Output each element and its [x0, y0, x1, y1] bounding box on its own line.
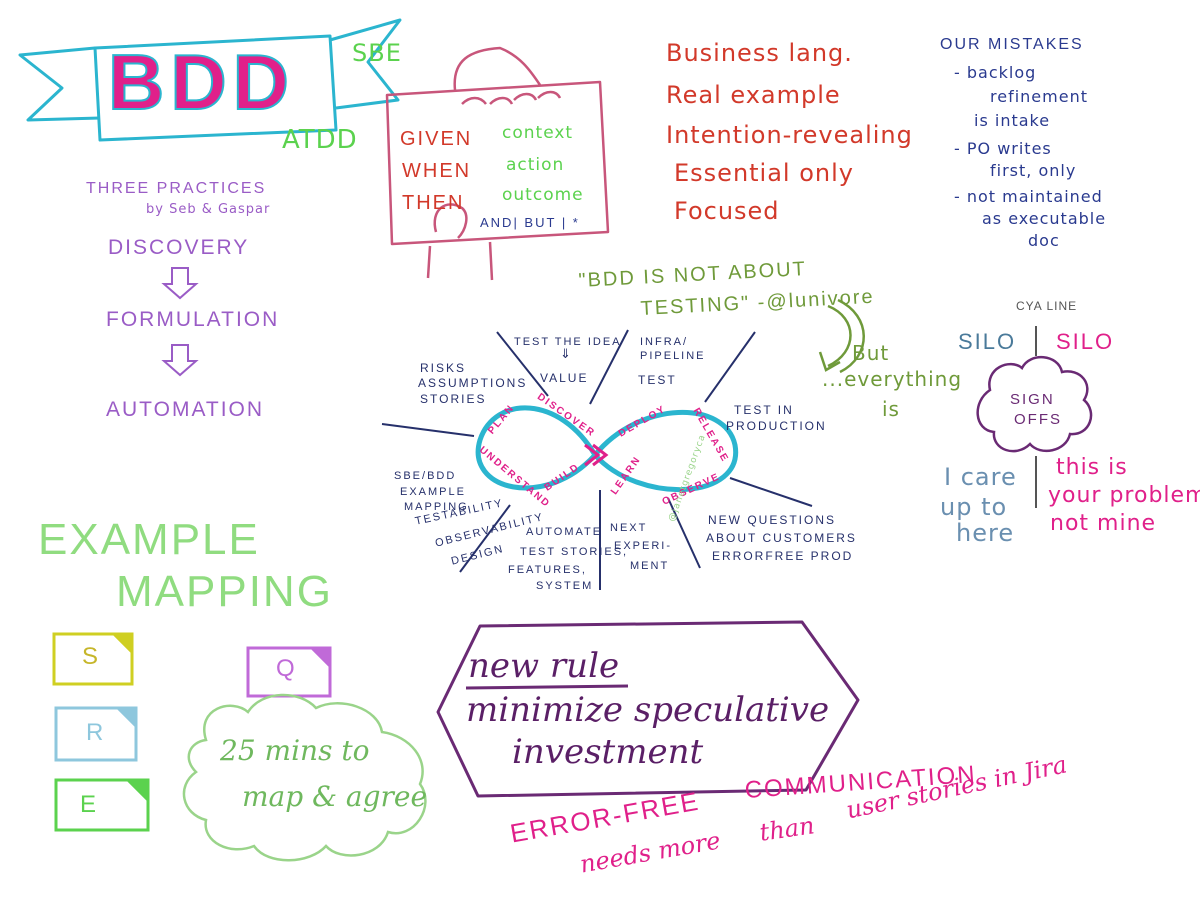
atdd-label: ATDD — [282, 125, 358, 155]
annot-next-2: EXPERI- — [614, 540, 673, 552]
brief-real: Real example — [666, 81, 841, 109]
silo-right-note-1: this is — [1056, 455, 1128, 480]
card-question: Q — [276, 655, 297, 682]
mistake-3-line3: doc — [1028, 231, 1060, 250]
quote-response-everything: ...everything — [822, 367, 963, 391]
brief-focused: Focused — [674, 197, 780, 225]
brief-intention: Intention-revealing — [666, 121, 913, 149]
rule-heading: new rule — [468, 646, 620, 686]
annot-sbe-2: EXAMPLE — [400, 486, 466, 498]
gherkin-given-value: context — [502, 123, 574, 143]
mistake-2-line2: first, only — [990, 161, 1077, 180]
annot-questions-3: ERRORFREE PROD — [712, 549, 854, 563]
practice-discovery: DISCOVERY — [108, 236, 250, 259]
silo-left: SILO — [958, 329, 1017, 354]
cya-line-label: CYA LINE — [1016, 299, 1078, 313]
practice-formulation: FORMULATION — [106, 308, 280, 331]
silo-right-note-3: not mine — [1050, 511, 1157, 536]
mins-cloud — [182, 693, 427, 862]
practices-authors: by Seb & Gaspar — [146, 202, 271, 217]
annot-infra-3: TEST — [638, 373, 677, 387]
practices-heading: THREE PRACTICES — [86, 180, 267, 197]
annot-automate-3: FEATURES, — [508, 564, 587, 576]
signoffs-line1: SIGN — [1010, 391, 1055, 408]
mistake-1-line2: refinement — [990, 87, 1088, 106]
card-rule: R — [86, 719, 106, 746]
annot-risks-3: STORIES — [420, 392, 487, 406]
gherkin-then-value: outcome — [502, 185, 584, 205]
mistake-3-line1: - not maintained — [954, 187, 1103, 206]
brief-business: Business lang. — [666, 39, 853, 67]
gherkin-given: GIVEN — [400, 128, 473, 150]
rule-line2: minimize speculative — [466, 690, 830, 730]
annot-questions-1: NEW QUESTIONS — [708, 513, 837, 527]
gherkin-when-value: action — [506, 155, 565, 175]
mistake-3-line2: as executable — [982, 209, 1107, 228]
annot-testidea-arrow-icon: ⇓ — [560, 347, 571, 362]
silo-left-note-2: up to — [940, 493, 1008, 521]
quote-response-but: But — [852, 341, 890, 365]
annot-risks-1: RISKS — [420, 361, 467, 375]
annot-testprod-1: TEST IN — [734, 403, 794, 417]
gherkin-then: THEN — [402, 192, 465, 214]
annot-automate-2: TEST STORIES, — [520, 546, 629, 558]
bdd-title: BDD — [107, 38, 295, 126]
gherkin-when: WHEN — [402, 160, 472, 182]
sbe-label: SBE — [352, 39, 402, 67]
silo-right: SILO — [1056, 329, 1115, 354]
example-mapping-title-2: MAPPING — [116, 567, 333, 616]
mistake-1-line3: is intake — [974, 111, 1051, 130]
silo-left-note-3: here — [956, 519, 1015, 547]
mistake-2-line1: - PO writes — [954, 139, 1052, 158]
annot-sbe-1: SBE/BDD — [394, 470, 457, 482]
gherkin-footer: AND| BUT | * — [480, 215, 580, 230]
annot-next-3: MENT — [630, 560, 670, 572]
example-mapping-title-1: EXAMPLE — [38, 515, 260, 564]
annot-automate-1: AUTOMATE — [526, 526, 603, 538]
silo-right-note-2: your problem — [1048, 483, 1200, 508]
annot-infra-1: INFRA/ — [640, 336, 689, 348]
annot-testidea-2: VALUE — [540, 371, 589, 385]
annot-testprod-2: PRODUCTION — [726, 419, 827, 433]
card-example: E — [80, 791, 99, 818]
card-story: S — [82, 643, 101, 670]
annot-infra-2: PIPELINE — [640, 350, 706, 362]
annot-questions-2: ABOUT CUSTOMERS — [706, 531, 857, 545]
mistake-1-line1: - backlog — [954, 63, 1037, 82]
quote-response-is: is — [882, 397, 900, 421]
rule-line3: investment — [512, 732, 704, 772]
brief-essential: Essential only — [674, 159, 854, 187]
mins-cloud-line2: map & agree — [242, 780, 428, 813]
annot-automate-4: SYSTEM — [536, 580, 594, 592]
mistakes-title: OUR MISTAKES — [940, 36, 1084, 53]
annot-next-1: NEXT — [610, 522, 648, 534]
annot-risks-2: ASSUMPTIONS — [418, 376, 528, 390]
mins-cloud-line1: 25 mins to — [220, 734, 370, 767]
silo-left-note-1: I care — [944, 463, 1017, 491]
signoffs-line2: OFFS — [1014, 411, 1062, 428]
practice-automation: AUTOMATION — [106, 398, 265, 421]
